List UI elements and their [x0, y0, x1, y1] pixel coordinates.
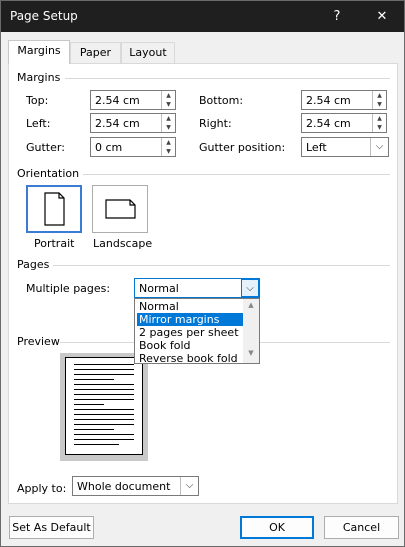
tab-layout[interactable]: Layout — [121, 42, 175, 63]
list-item[interactable]: Normal — [137, 300, 243, 313]
tab-margins[interactable]: Margins — [8, 40, 70, 64]
left-label: Left: — [26, 117, 51, 130]
tab-paper[interactable]: Paper — [70, 42, 121, 63]
orientation-section-label: Orientation — [17, 167, 80, 180]
dropdown-scrollbar[interactable]: ▲ ▼ — [243, 299, 259, 363]
multiple-pages-dropdown-list[interactable]: Normal Mirror margins 2 pages per sheet … — [134, 298, 260, 365]
title-bar: Page Setup ? ✕ — [1, 1, 404, 32]
chevron-down-icon: ⌵ — [180, 477, 198, 495]
orientation-divider — [83, 174, 390, 175]
spin-down-icon[interactable]: ▼ — [373, 123, 386, 132]
top-margin-spinner[interactable]: 2.54 cm ▲ ▼ — [90, 90, 176, 110]
bottom-margin-spinner[interactable]: 2.54 cm ▲ ▼ — [301, 90, 387, 110]
apply-to-select[interactable]: Whole document ⌵ — [72, 476, 199, 496]
dialog-title: Page Setup — [10, 9, 78, 23]
scroll-down-icon[interactable]: ▼ — [243, 349, 259, 361]
spin-up-icon[interactable]: ▲ — [162, 114, 175, 123]
scroll-up-icon[interactable]: ▲ — [243, 301, 259, 313]
portrait-icon — [44, 192, 65, 226]
gutter-position-label: Gutter position: — [199, 141, 286, 154]
top-margin-value: 2.54 cm — [95, 94, 140, 107]
gutter-label: Gutter: — [26, 141, 65, 154]
help-button[interactable]: ? — [317, 1, 357, 32]
spin-up-icon[interactable]: ▲ — [373, 91, 386, 100]
page-setup-dialog: Page Setup ? ✕ Margins Paper Layout Marg… — [0, 0, 405, 547]
list-item[interactable]: Mirror margins — [137, 313, 243, 326]
left-margin-value: 2.54 cm — [95, 117, 140, 130]
bottom-margin-value: 2.54 cm — [306, 94, 351, 107]
preview-page — [65, 357, 143, 455]
spin-up-icon[interactable]: ▲ — [162, 91, 175, 100]
spin-up-icon[interactable]: ▲ — [373, 114, 386, 123]
ok-button[interactable]: OK — [240, 516, 314, 539]
list-item[interactable]: Book fold — [137, 339, 243, 352]
set-as-default-button[interactable]: Set As Default — [9, 516, 94, 539]
margins-divider — [65, 78, 390, 79]
chevron-down-icon: ⌵ — [370, 138, 388, 156]
left-margin-spinner[interactable]: 2.54 cm ▲ ▼ — [90, 113, 176, 133]
apply-to-label: Apply to: — [17, 482, 67, 495]
gutter-value: 0 cm — [95, 141, 123, 154]
apply-to-value: Whole document — [77, 480, 171, 493]
right-margin-value: 2.54 cm — [306, 117, 351, 130]
spin-down-icon[interactable]: ▼ — [162, 147, 175, 156]
gutter-position-value: Left — [306, 141, 327, 154]
preview-section-label: Preview — [17, 335, 60, 348]
spin-up-icon[interactable]: ▲ — [162, 138, 175, 147]
spin-down-icon[interactable]: ▼ — [162, 123, 175, 132]
pages-section-label: Pages — [17, 258, 50, 271]
bottom-label: Bottom: — [199, 94, 244, 107]
chevron-down-icon[interactable]: ⌵ — [241, 279, 259, 297]
portrait-option[interactable] — [26, 185, 82, 233]
pages-divider — [53, 265, 390, 266]
margins-section-label: Margins — [17, 71, 61, 84]
spin-down-icon[interactable]: ▼ — [373, 100, 386, 109]
right-margin-spinner[interactable]: 2.54 cm ▲ ▼ — [301, 113, 387, 133]
landscape-label[interactable]: Landscape — [93, 237, 152, 250]
portrait-label[interactable]: Portrait — [34, 237, 74, 250]
multiple-pages-select[interactable]: Normal ⌵ — [134, 278, 260, 298]
help-icon: ? — [333, 9, 341, 24]
close-button[interactable]: ✕ — [362, 1, 402, 32]
multiple-pages-value: Normal — [139, 282, 179, 295]
landscape-option[interactable] — [92, 185, 148, 233]
gutter-spinner[interactable]: 0 cm ▲ ▼ — [90, 137, 176, 157]
gutter-position-select[interactable]: Left ⌵ — [301, 137, 389, 157]
cancel-button[interactable]: Cancel — [324, 516, 399, 539]
landscape-icon — [105, 199, 136, 219]
spin-down-icon[interactable]: ▼ — [162, 100, 175, 109]
list-item[interactable]: Reverse book fold — [137, 352, 243, 365]
right-label: Right: — [199, 117, 232, 130]
close-icon: ✕ — [376, 9, 388, 24]
multiple-pages-label: Multiple pages: — [26, 282, 111, 295]
top-label: Top: — [26, 94, 49, 107]
list-item[interactable]: 2 pages per sheet — [137, 326, 243, 339]
